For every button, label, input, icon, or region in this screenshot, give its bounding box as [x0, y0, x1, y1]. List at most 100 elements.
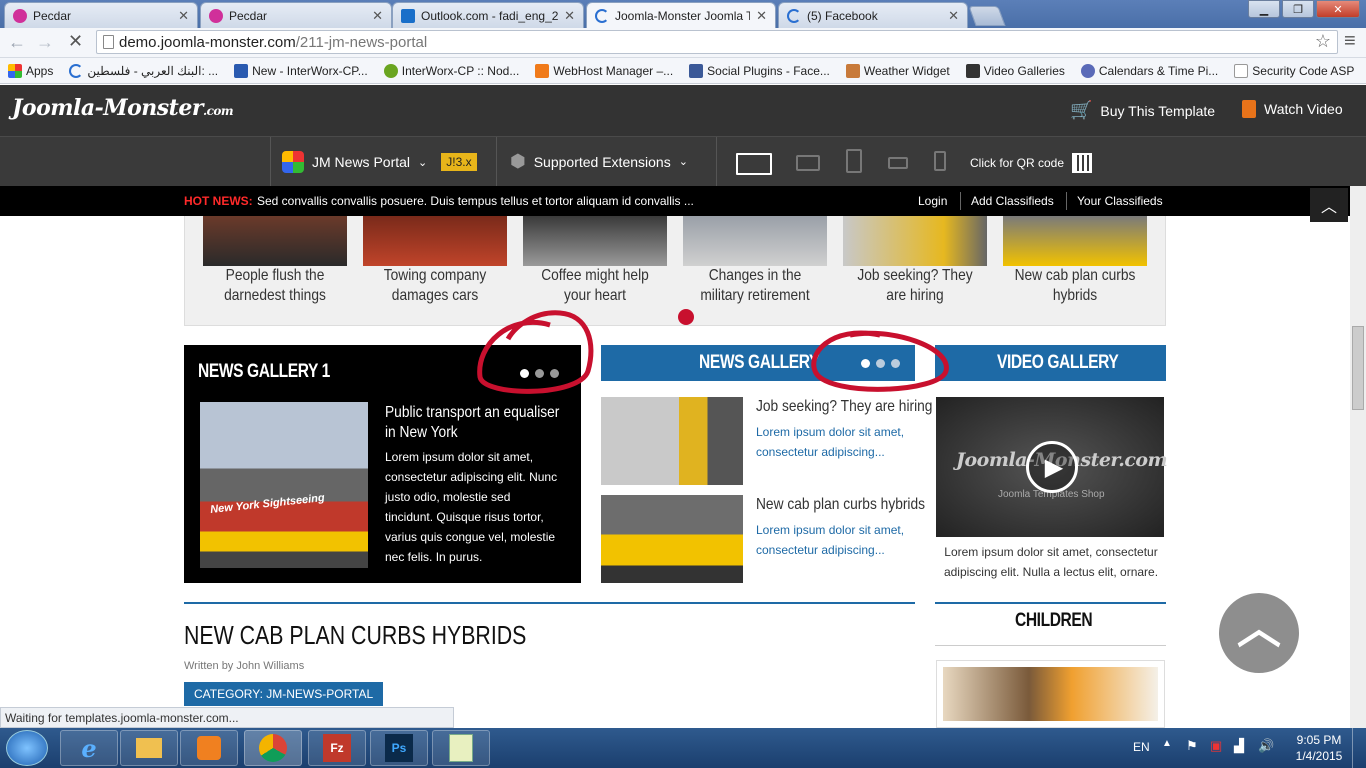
browser-tab-strip: Pecdar ✕ Pecdar ✕ Outlook.com - fadi_eng… [0, 0, 1366, 28]
bookmark-item[interactable]: Calendars & Time Pi... [1073, 63, 1226, 78]
news-gallery-thumbnail[interactable] [601, 495, 743, 583]
close-icon[interactable]: ✕ [948, 8, 959, 24]
extensions-dropdown[interactable]: ⬢ Supported Extensions ⌄ [510, 151, 688, 172]
watch-video-link[interactable]: Watch Video [1242, 100, 1343, 118]
close-icon[interactable]: ✕ [178, 8, 189, 24]
volume-icon[interactable]: 🔊 [1258, 738, 1274, 754]
cart-icon: 🛒 [1070, 100, 1093, 120]
article-title[interactable]: NEW CAB PLAN CURBS HYBRIDS [184, 620, 526, 651]
filezilla-taskbar-icon[interactable]: Fz [308, 730, 366, 766]
strip-thumbnail [203, 216, 347, 266]
close-window-button[interactable]: ✕ [1316, 0, 1360, 18]
phone-landscape-icon[interactable] [888, 157, 908, 169]
flag-icon[interactable]: ⚑ [1186, 738, 1198, 754]
children-image[interactable] [943, 667, 1158, 721]
browser-tab[interactable]: (5) Facebook ✕ [778, 2, 968, 28]
browser-tab[interactable]: Outlook.com - fadi_eng_2 ✕ [392, 2, 584, 28]
loading-icon [69, 63, 84, 78]
phone-portrait-icon[interactable] [934, 151, 946, 171]
clock-time[interactable]: 9:05 PM [1294, 733, 1344, 747]
bookmarks-bar: Apps البنك العربي - فلسطين: ... New - In… [0, 58, 1366, 84]
notepad-taskbar-icon[interactable] [432, 730, 490, 766]
strip-item[interactable]: New cab plan curbs hybrids [1003, 216, 1147, 306]
strip-item[interactable]: People flush the darnedest things [203, 216, 347, 306]
bookmark-item[interactable]: InterWorx-CP :: Nod... [376, 63, 528, 78]
close-icon[interactable]: ✕ [372, 8, 383, 24]
browser-tab[interactable]: Pecdar ✕ [4, 2, 198, 28]
strip-item[interactable]: Coffee might help your heart [523, 216, 667, 306]
network-icon[interactable]: ▟ [1234, 738, 1244, 754]
browser-tab[interactable]: Pecdar ✕ [200, 2, 392, 28]
tab-title: Outlook.com - fadi_eng_2 [421, 8, 559, 23]
play-icon[interactable]: ▶ [1026, 441, 1078, 493]
language-indicator[interactable]: EN [1133, 740, 1150, 754]
bookmark-apps[interactable]: Apps [0, 63, 61, 78]
buy-template-link[interactable]: 🛒 Buy This Template [1070, 100, 1215, 121]
news-gallery-item-text: Lorem ipsum dolor sit amet, consectetur … [756, 425, 905, 459]
category-badge[interactable]: CATEGORY: JM-NEWS-PORTAL [184, 682, 384, 706]
site-logo[interactable]: Joomla-Monster.com [12, 95, 234, 121]
new-tab-button[interactable] [968, 6, 1006, 26]
bookmark-item[interactable]: Weather Widget [838, 63, 958, 78]
page-icon [103, 35, 114, 49]
maximize-button[interactable]: ❐ [1282, 0, 1314, 18]
strip-item[interactable]: Changes in the military retirement [683, 216, 827, 306]
qr-code-link[interactable]: Click for QR code [970, 153, 1093, 173]
bookmark-item[interactable]: Social Plugins - Face... [681, 63, 838, 78]
news-gallery-thumbnail[interactable] [601, 397, 743, 485]
scrollbar-thumb[interactable] [1352, 326, 1364, 410]
article-byline: Written by John Williams [184, 660, 305, 672]
login-link[interactable]: Login [918, 194, 947, 208]
bookmark-item[interactable]: New - InterWorx-CP... [226, 63, 376, 78]
back-arrow-icon[interactable]: ← [8, 32, 26, 53]
chevron-down-icon: ⌄ [678, 156, 688, 168]
template-nav-bar: JM News Portal ⌄ J!3.x ⬢ Supported Exten… [0, 136, 1366, 187]
scroll-top-small-button[interactable]: ︿ [1310, 188, 1348, 222]
close-icon[interactable]: ✕ [756, 8, 767, 24]
show-desktop-button[interactable] [1352, 728, 1366, 768]
device-icon[interactable]: ▣ [1210, 738, 1222, 754]
add-classifieds-link[interactable]: Add Classifieds [971, 194, 1054, 208]
bookmark-item[interactable]: Security Code ASP [1226, 63, 1362, 78]
stop-icon[interactable]: ✕ [68, 31, 83, 52]
minimize-button[interactable]: ▁ [1248, 0, 1280, 18]
star-icon[interactable]: ☆ [1315, 31, 1331, 52]
gallery1-image[interactable]: New York Sightseeing [200, 402, 368, 568]
gallery1-article-title[interactable]: Public transport an equaliser in New Yor… [385, 403, 561, 443]
bookmark-item[interactable]: WebHost Manager –... [527, 63, 681, 78]
window-controls: ▁ ❐ ✕ [1248, 0, 1360, 18]
your-classifieds-link[interactable]: Your Classifieds [1077, 194, 1163, 208]
strip-caption: Job seeking? They are hiring [857, 267, 973, 304]
scroll-top-button[interactable]: ︿ [1219, 593, 1299, 673]
tray-expand-icon[interactable]: ▲ [1162, 738, 1172, 749]
chevron-up-icon: ︿ [1237, 604, 1281, 653]
ie-taskbar-icon[interactable]: e [60, 730, 118, 766]
chrome-taskbar-icon[interactable] [244, 730, 302, 766]
tablet-portrait-icon[interactable] [846, 149, 862, 173]
browser-tab-active[interactable]: Joomla-Monster Joomla T ✕ [586, 2, 776, 28]
template-dropdown[interactable]: JM News Portal ⌄ J!3.x [282, 151, 477, 173]
photoshop-taskbar-icon[interactable]: Ps [370, 730, 428, 766]
media-player-taskbar-icon[interactable] [180, 730, 238, 766]
video-player[interactable]: Joomla-Monster.com Joomla Templates Shop… [936, 397, 1168, 537]
address-bar[interactable]: demo.joomla-monster.com/211-jm-news-port… [96, 30, 1338, 54]
scrollbar-track[interactable] [1350, 186, 1366, 728]
forward-arrow-icon[interactable]: → [36, 32, 54, 53]
news-gallery-item-title[interactable]: Job seeking? They are hiring [756, 398, 932, 416]
bookmark-item[interactable]: Video Galleries [958, 63, 1073, 78]
hot-news-ticker[interactable]: Sed convallis convallis posuere. Duis te… [257, 194, 694, 208]
windows-taskbar: e Fz Ps EN ▲ ⚑ ▣ ▟ 🔊 9:05 PM 1/4/2015 [0, 728, 1366, 768]
strip-item[interactable]: Towing company damages cars [363, 216, 507, 306]
news-gallery-item-text: Lorem ipsum dolor sit amet, consectetur … [756, 523, 905, 557]
clock-date[interactable]: 1/4/2015 [1290, 749, 1348, 763]
news-gallery-item-title[interactable]: New cab plan curbs hybrids [756, 496, 925, 514]
bookmark-item[interactable]: البنك العربي - فلسطين: ... [61, 63, 226, 78]
start-button[interactable] [6, 730, 48, 766]
strip-item[interactable]: Job seeking? They are hiring [843, 216, 987, 306]
menu-icon[interactable]: ≡ [1344, 30, 1356, 53]
gallery1-article-text: Lorem ipsum dolor sit amet, consectetur … [385, 450, 558, 564]
explorer-taskbar-icon[interactable] [120, 730, 178, 766]
tablet-landscape-icon[interactable] [796, 155, 820, 171]
desktop-view-icon[interactable] [736, 153, 772, 175]
close-icon[interactable]: ✕ [564, 8, 575, 24]
